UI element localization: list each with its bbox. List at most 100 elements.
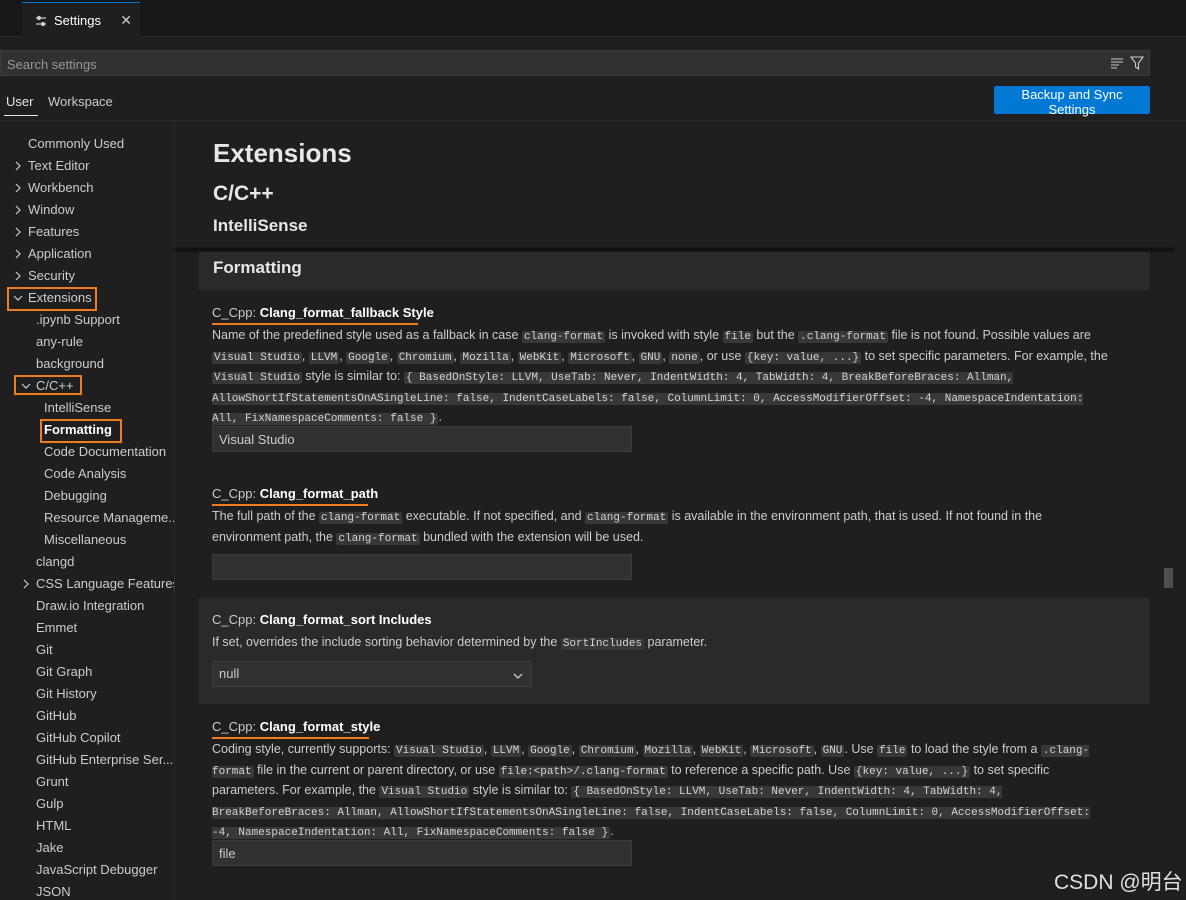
highlight-underline (212, 504, 368, 506)
toc-item[interactable]: Git (0, 639, 174, 661)
toc-item-label: HTML (36, 818, 72, 833)
toc-item[interactable]: Commonly Used (0, 133, 174, 155)
toc-item[interactable]: GitHub Enterprise Ser... (0, 749, 174, 771)
toc-item[interactable]: .ipynb Support (0, 309, 174, 331)
chevron-right-icon[interactable] (12, 265, 26, 287)
toc-divider (174, 121, 175, 900)
settings-icon (34, 14, 48, 28)
highlight-underline (212, 737, 369, 739)
setting-clang-format-path: C_Cpp: Clang_format_path The full path o… (199, 477, 1150, 593)
toc-item[interactable]: Miscellaneous (0, 529, 174, 551)
toc-item[interactable]: Text Editor (0, 155, 174, 177)
fallback-style-input[interactable] (212, 426, 632, 452)
toc-item-label: Workbench (28, 180, 94, 195)
toc-item[interactable]: Features (0, 221, 174, 243)
toc-item[interactable]: Code Documentation (0, 441, 174, 463)
toc-item[interactable]: Debugging (0, 485, 174, 507)
section-band (199, 252, 1150, 290)
heading-formatting: Formatting (213, 258, 302, 277)
chevron-right-icon[interactable] (20, 573, 34, 595)
inline-code: none (669, 351, 700, 364)
inline-code: Visual Studio (394, 745, 484, 757)
sort-includes-select[interactable]: null (212, 661, 532, 687)
clang-format-path-input[interactable] (212, 554, 632, 580)
toc-item[interactable]: Git History (0, 683, 174, 705)
setting-key: Clang_format_style (259, 719, 381, 734)
chevron-right-icon[interactable] (12, 199, 26, 221)
search-input[interactable] (5, 54, 1099, 74)
toc-item[interactable]: CSS Language Features (0, 573, 174, 595)
setting-description: If set, overrides the include sorting be… (212, 635, 708, 650)
chevron-right-icon[interactable] (12, 155, 26, 177)
toc-item-label: Emmet (36, 620, 78, 635)
backup-and-sync-button[interactable]: Backup and Sync Settings (994, 86, 1150, 117)
toc-item-label: Application (28, 246, 92, 261)
chevron-right-icon[interactable] (12, 221, 26, 243)
clear-filter-list-icon[interactable] (1109, 55, 1125, 71)
setting-sort-includes: C_Cpp: Clang_format_sort Includes If set… (199, 598, 1150, 704)
toc-item[interactable]: JSON (0, 881, 174, 900)
inline-code: Mozilla (642, 745, 693, 757)
toc-item-label: Jake (36, 840, 64, 855)
toc-item-label: any-rule (36, 334, 83, 349)
toc-item[interactable]: JavaScript Debugger (0, 859, 174, 881)
toc-item-label: JavaScript Debugger (36, 862, 158, 877)
chevron-right-icon[interactable] (12, 243, 26, 265)
toc-item[interactable]: HTML (0, 815, 174, 837)
setting-category: C_Cpp: (212, 486, 260, 501)
toc-item-label: JSON (36, 884, 71, 899)
sticky-header-shadow (175, 248, 1174, 250)
close-icon[interactable]: ✕ (120, 12, 132, 29)
toc-item[interactable]: Grunt (0, 771, 174, 793)
toc-item[interactable]: IntelliSense (0, 397, 174, 419)
tab-workspace[interactable]: Workspace (48, 94, 113, 109)
toc-item[interactable]: Resource Manageme... (0, 507, 174, 529)
toc-item[interactable]: background (0, 353, 174, 375)
filter-icon[interactable] (1129, 55, 1145, 71)
settings-tab[interactable]: Settings ✕ (22, 2, 140, 38)
toc-item[interactable]: Window (0, 199, 174, 221)
inline-code: .clang-format (798, 331, 888, 343)
inline-code: Microsoft (568, 351, 632, 364)
inline-code: clang-format (336, 532, 420, 545)
inline-code: LLVM (308, 351, 340, 364)
tab-label: Settings (54, 13, 101, 28)
inline-code: clang-format (319, 512, 403, 524)
toc-item-label: Resource Manageme... (44, 510, 174, 525)
toc-item[interactable]: Code Analysis (0, 463, 174, 485)
inline-code: Google (528, 745, 572, 757)
highlight-box (7, 287, 97, 311)
toc-item[interactable]: Jake (0, 837, 174, 859)
inline-code: Google (346, 351, 390, 364)
toc-item[interactable]: Security (0, 265, 174, 287)
heading-extensions: Extensions (213, 138, 352, 168)
toc-item[interactable]: Git Graph (0, 661, 174, 683)
toc-item-label: Grunt (36, 774, 69, 789)
tab-user[interactable]: User (6, 94, 33, 109)
highlight-box (40, 419, 122, 443)
toc-item[interactable]: Draw.io Integration (0, 595, 174, 617)
clang-format-style-input[interactable] (212, 840, 632, 866)
toc-item[interactable]: GitHub (0, 705, 174, 727)
header-divider (0, 120, 1186, 121)
toc-item-label: GitHub (36, 708, 77, 723)
toc-item[interactable]: clangd (0, 551, 174, 573)
toc-item[interactable]: Workbench (0, 177, 174, 199)
toc-item[interactable]: Gulp (0, 793, 174, 815)
toc-item[interactable]: Emmet (0, 617, 174, 639)
inline-code: {key: value, ...} (853, 765, 971, 778)
setting-key: Clang_format_sort Includes (259, 612, 432, 627)
toc-item-label: GitHub Copilot (36, 730, 121, 745)
editor-tab-bar: Settings ✕ (0, 0, 1186, 38)
setting-clang-format-style: C_Cpp: Clang_format_style Coding style, … (199, 710, 1150, 880)
toc-item-label: Window (28, 202, 75, 217)
toc-item-label: background (36, 356, 104, 371)
toc-item-label: Security (28, 268, 75, 283)
toc-item[interactable]: any-rule (0, 331, 174, 353)
toc-item[interactable]: GitHub Copilot (0, 727, 174, 749)
toc-item-label: CSS Language Features (36, 576, 174, 591)
scrollbar-thumb[interactable] (1164, 568, 1173, 588)
toc-item[interactable]: Application (0, 243, 174, 265)
chevron-right-icon[interactable] (12, 177, 26, 199)
toc-item-label: .ipynb Support (36, 312, 120, 327)
